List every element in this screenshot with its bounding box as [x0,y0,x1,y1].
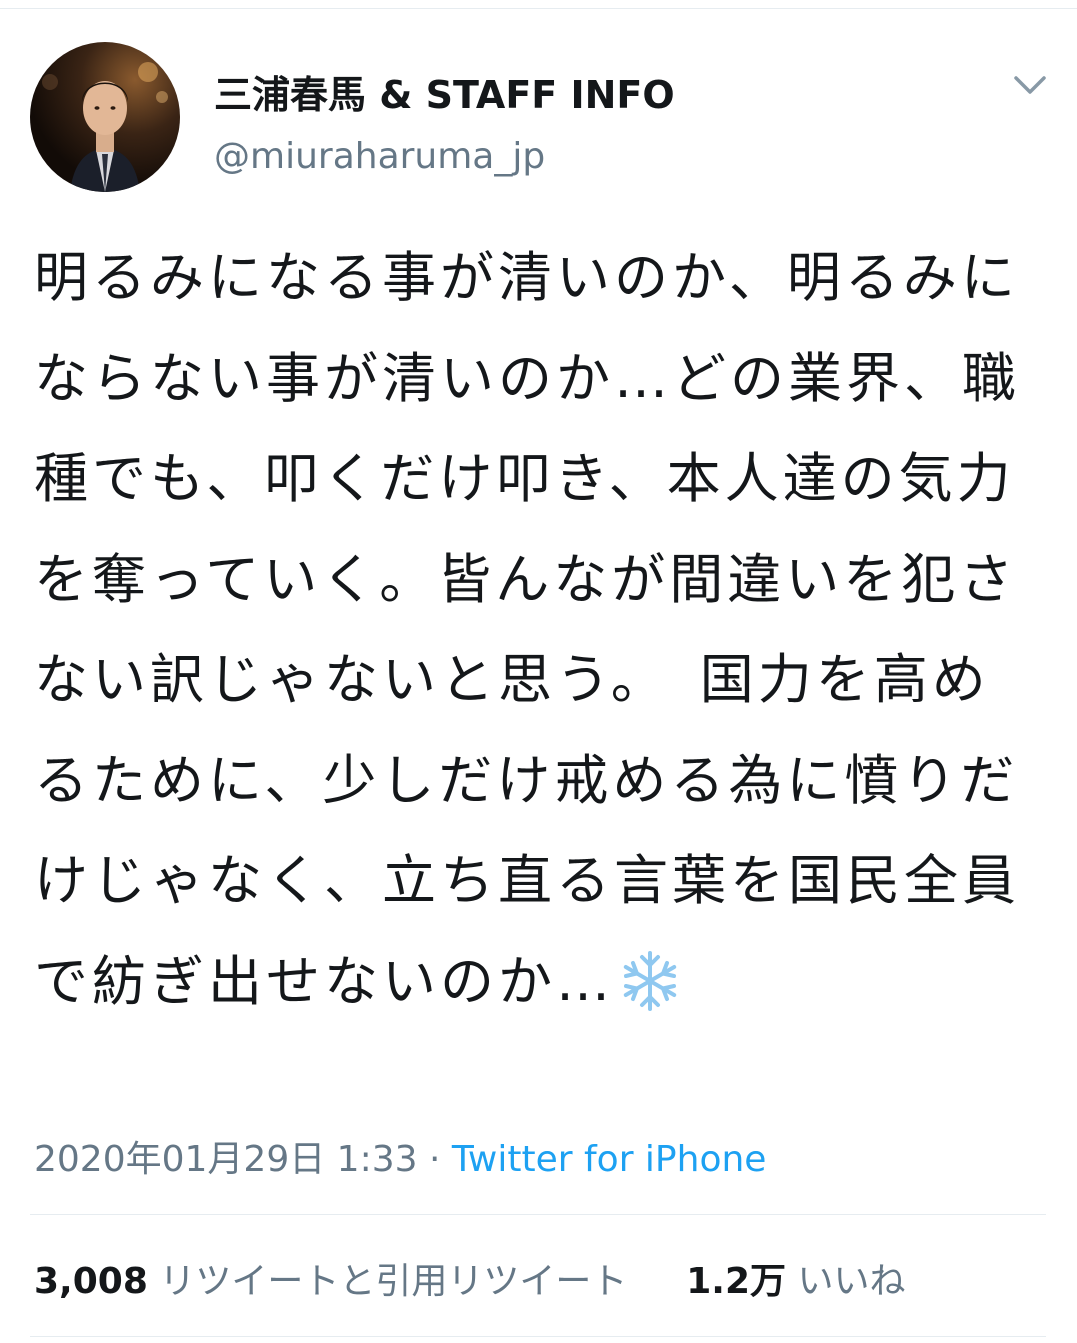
author-display-name[interactable]: 三浦春馬 & STAFF INFO [214,64,675,119]
snowflake-icon [618,945,682,1011]
chevron-down-icon[interactable] [1010,70,1050,100]
bottom-divider [30,1336,1046,1337]
likes-label: いいね [797,1261,906,1302]
retweets-stat[interactable]: 3,008 リツイートと引用リツイート [34,1261,639,1302]
stats-divider [30,1214,1046,1215]
tweet-timestamp[interactable]: 2020年01月29日 1:33 [34,1139,418,1180]
retweets-label: リツイートと引用リツイート [159,1261,628,1302]
tweet-text: 明るみになる事が清いのか、明るみにならない事が清いのか…どの業界、職種でも、叩く… [34,246,1020,1013]
avatar-photo [42,62,168,192]
retweets-count: 3,008 [34,1261,148,1302]
tweet-meta: 2020年01月29日 1:33 · Twitter for iPhone [34,1130,766,1182]
avatar[interactable] [30,42,180,192]
tweet-header: 三浦春馬 & STAFF INFO @miuraharuma_jp [30,42,1050,192]
tweet-stats: 3,008 リツイートと引用リツイート 1.2万 いいね [34,1252,906,1304]
top-divider [0,8,1077,9]
author-handle[interactable]: @miuraharuma_jp [214,136,545,177]
meta-separator: · [428,1139,441,1180]
likes-stat[interactable]: 1.2万 いいね [675,1261,906,1302]
likes-count: 1.2万 [686,1261,787,1302]
tweet-source-link[interactable]: Twitter for iPhone [452,1139,767,1180]
tweet-body: 明るみになる事が清いのか、明るみにならない事が清いのか…どの業界、職種でも、叩く… [34,228,1044,1032]
